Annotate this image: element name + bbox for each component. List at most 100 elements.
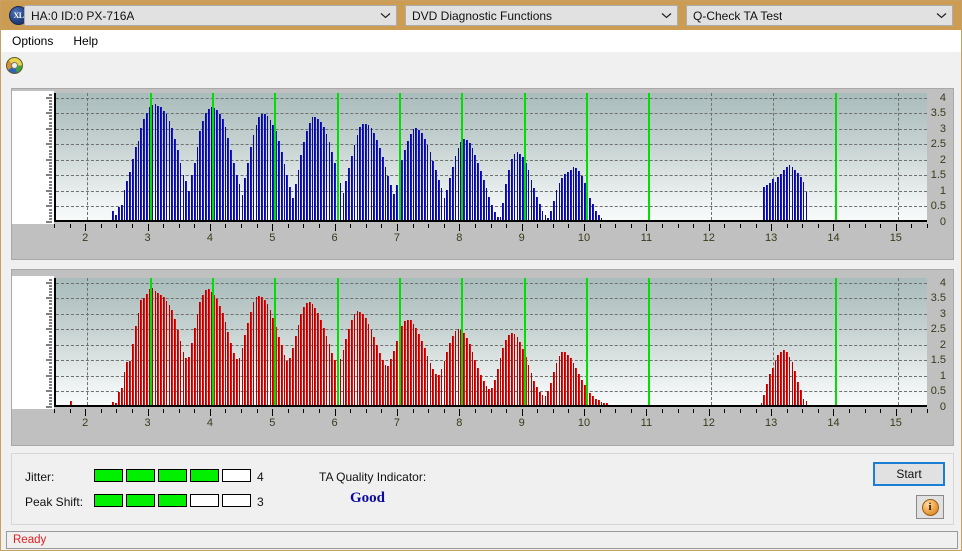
chart-bar (258, 116, 261, 220)
grid-line-horizontal (56, 344, 927, 346)
x-axis-tick (584, 224, 586, 231)
chart-bar (401, 160, 404, 220)
y-axis-minor-tick (49, 218, 52, 220)
x-axis-minor-tick (256, 409, 258, 413)
y-axis-minor-tick (49, 143, 52, 145)
chart-bar (185, 181, 188, 220)
chart-bar (496, 369, 499, 405)
marker-line (835, 278, 838, 405)
chart-bar (530, 373, 533, 405)
x-axis-minor-tick (428, 409, 430, 413)
start-button[interactable]: Start (873, 462, 945, 486)
chart-bar (269, 310, 272, 405)
function-select[interactable]: DVD Diagnostic Functions (405, 5, 678, 26)
chart-bar (376, 139, 378, 220)
y-axis-tick-label: 1 (939, 369, 946, 382)
chart-bar (216, 109, 218, 220)
chart-bar (404, 150, 406, 220)
chart-bar (292, 347, 294, 405)
x-axis-tick (646, 224, 648, 231)
chart-bar (263, 299, 266, 405)
x-axis-tick-label: 10 (577, 232, 591, 244)
chart-bar (454, 331, 457, 405)
y-axis-minor-tick (49, 341, 52, 343)
chart-bar (552, 200, 555, 220)
menu-item-help[interactable]: Help (64, 32, 107, 50)
x-axis-tick (272, 409, 274, 416)
x-axis-tick-label: 10 (577, 417, 591, 429)
y-axis-minor-tick (49, 325, 52, 327)
chart-bar (202, 120, 204, 220)
x-axis-minor-tick (755, 224, 757, 228)
chart-bar (244, 335, 247, 405)
marker-line (274, 93, 277, 220)
chart-bar (387, 366, 390, 405)
drive-select[interactable]: HA:0 ID:0 PX-716A (24, 5, 397, 26)
y-axis-tick-label: 2.5 (930, 323, 946, 336)
x-axis-minor-tick (552, 224, 554, 228)
chart-bar (578, 373, 580, 405)
y-axis-minor-tick (49, 279, 52, 281)
x-axis-minor-tick (755, 409, 757, 413)
chart-bar (249, 146, 252, 220)
chart-bar (207, 108, 210, 220)
x-axis-tick (771, 409, 773, 416)
x-axis-tick-label: 2 (82, 232, 89, 244)
x-axis-minor-tick (693, 409, 695, 413)
chart-bar (376, 345, 378, 405)
peak-shift-segment (222, 494, 251, 507)
chart-bar (451, 166, 454, 220)
chart-bar (390, 185, 392, 220)
y-axis-minor-tick (49, 397, 52, 399)
chart-bar (157, 105, 160, 220)
chart-bar (306, 303, 308, 405)
info-button[interactable]: i (916, 495, 944, 519)
chart-bar (143, 297, 145, 405)
chart-bar (415, 327, 418, 405)
x-axis-tick (771, 224, 773, 231)
chart-bar (799, 177, 802, 220)
chart-bar (488, 388, 491, 405)
chart-bar (359, 127, 362, 220)
chart-bar (193, 327, 196, 405)
x-axis-minor-tick (927, 409, 928, 413)
chart-bar (595, 398, 597, 405)
chevron-down-icon (380, 6, 391, 25)
x-axis-minor-tick (69, 409, 71, 413)
chart-bar (510, 332, 513, 405)
chart-bar (513, 154, 516, 220)
x-axis-tick (708, 224, 710, 231)
chart-bar (314, 116, 317, 220)
chart-bar (432, 369, 435, 405)
x-axis-tick (85, 409, 87, 416)
chart-bar (805, 192, 808, 220)
chart-bar (235, 174, 238, 220)
chart-bar (477, 162, 479, 220)
chart-bar (280, 151, 283, 220)
y-axis-minor-tick (49, 381, 52, 383)
chart-bar (362, 314, 364, 405)
chart-bar (227, 137, 230, 220)
y-axis-minor-tick (49, 165, 52, 167)
chart-bar (449, 342, 451, 405)
y-axis-minor-tick (49, 181, 52, 183)
chart-bar (137, 140, 140, 220)
menu-item-options[interactable]: Options (3, 32, 62, 50)
test-select[interactable]: Q-Check TA Test (686, 5, 953, 26)
chart-bar (465, 139, 468, 220)
jitter-segment (158, 469, 187, 482)
chart-bar (179, 341, 182, 405)
chart-bar (491, 205, 493, 220)
marker-line (461, 93, 464, 220)
chart-bar (345, 181, 348, 220)
y-axis-tick-label: 4 (939, 91, 946, 104)
chart-bar (176, 329, 179, 405)
x-axis-minor-tick (786, 224, 788, 228)
x-axis-tick (895, 224, 897, 231)
chart-bar (766, 383, 768, 405)
chart-bar (774, 360, 777, 405)
chart-bar (151, 105, 154, 220)
chart-bar (558, 355, 561, 405)
y-axis-minor-tick (49, 168, 52, 170)
chart-bar (227, 331, 230, 405)
